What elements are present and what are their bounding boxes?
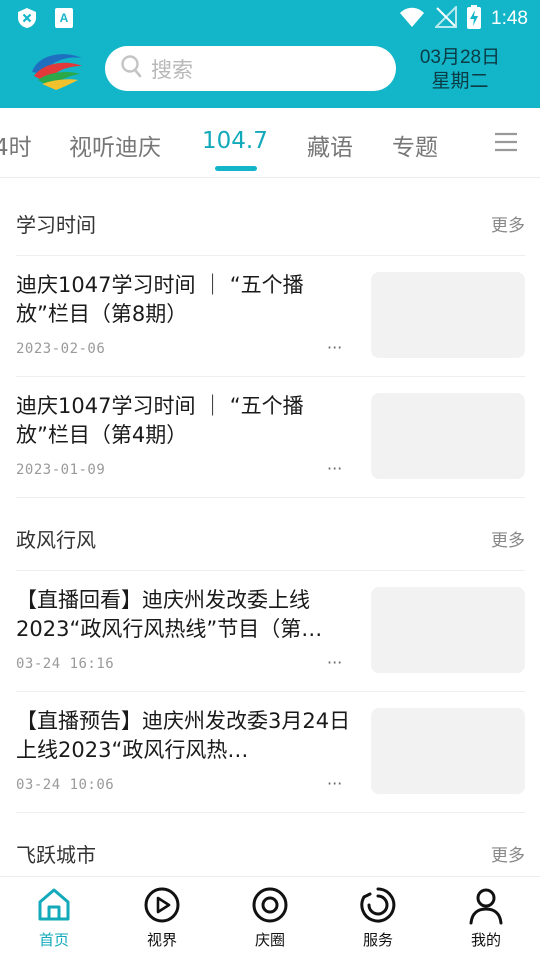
header-date: 03月28日 星期二 xyxy=(404,46,516,94)
nav-label: 首页 xyxy=(38,931,69,949)
more-link[interactable]: 更多 xyxy=(491,841,525,866)
search-placeholder: 搜索 xyxy=(151,57,193,82)
bottom-navigation: 首页 视界 庆圈 服务 我的 xyxy=(0,876,540,960)
item-date: 03-24 10:06 xyxy=(16,777,115,793)
date-weekday: 星期二 xyxy=(431,71,489,92)
app-a-icon: A xyxy=(54,7,74,33)
hamburger-menu-icon[interactable] xyxy=(494,130,518,154)
nav-label: 服务 xyxy=(362,931,393,949)
list-item[interactable]: 【直播回看】迪庆州发改委上线2023“政风行风热线”节目（第… 03-24 16… xyxy=(0,571,540,691)
nav-label: 庆圈 xyxy=(254,931,285,949)
tab-104-7[interactable]: 104.7 xyxy=(202,128,268,154)
wifi-icon xyxy=(399,6,425,32)
tab-zangyu[interactable]: 藏语 xyxy=(307,128,353,162)
section-header-feiyue: 飞跃城市 更多 xyxy=(16,831,525,875)
status-time: 1:48 xyxy=(491,8,528,29)
thumbnail-image xyxy=(371,708,525,794)
section-header-zhengfeng: 政风行风 更多 xyxy=(16,516,525,560)
more-link[interactable]: 更多 xyxy=(491,211,525,236)
nav-shijie[interactable]: 视界 xyxy=(122,885,202,950)
thumbnail-image xyxy=(371,272,525,358)
item-title: 【直播回看】迪庆州发改委上线2023“政风行风热线”节目（第… xyxy=(16,588,323,641)
section-header-xuexi: 学习时间 更多 xyxy=(16,201,525,245)
divider xyxy=(16,812,525,813)
item-date: 2023-01-09 xyxy=(16,462,106,478)
active-tab-indicator xyxy=(215,166,257,171)
item-more-button[interactable]: ··· xyxy=(327,653,342,672)
home-icon xyxy=(34,885,74,925)
section-title: 飞跃城市 xyxy=(16,842,96,867)
no-signal-icon xyxy=(433,4,458,32)
app-header: A 1:48 搜索 03月28日 星期二 xyxy=(0,0,540,108)
date-day: 03月28日 xyxy=(419,47,501,68)
service-swirl-icon xyxy=(358,885,398,925)
nav-fuwu[interactable]: 服务 xyxy=(338,885,418,950)
section-title: 政风行风 xyxy=(16,527,96,552)
list-item[interactable]: 迪庆1047学习时间 ｜ “五个播放”栏目（第4期） 2023-01-09 ··… xyxy=(0,377,540,497)
play-circle-icon xyxy=(142,885,182,925)
app-root: A 1:48 搜索 03月28日 星期二 4时 视听迪庆 104.7 藏语 专题… xyxy=(0,0,540,960)
item-more-button[interactable]: ··· xyxy=(327,338,342,357)
item-title: 迪庆1047学习时间 ｜ “五个播放”栏目（第8期） xyxy=(16,273,304,326)
item-title: 迪庆1047学习时间 ｜ “五个播放”栏目（第4期） xyxy=(16,394,304,447)
shield-x-icon xyxy=(16,7,38,33)
section-title: 学习时间 xyxy=(16,212,96,237)
nav-home[interactable]: 首页 xyxy=(14,885,94,950)
search-box[interactable]: 搜索 xyxy=(105,46,396,91)
channel-tabs: 4时 视听迪庆 104.7 藏语 专题 xyxy=(0,108,540,178)
item-more-button[interactable]: ··· xyxy=(327,459,342,478)
tab-zhuanti[interactable]: 专题 xyxy=(392,128,438,162)
person-icon xyxy=(466,885,506,925)
circle-ring-icon xyxy=(250,885,290,925)
nav-qingquan[interactable]: 庆圈 xyxy=(230,885,310,950)
tab-4shi[interactable]: 4时 xyxy=(0,128,32,162)
news-feed: 学习时间 更多 迪庆1047学习时间 ｜ “五个播放”栏目（第8期） 2023-… xyxy=(0,178,540,876)
item-more-button[interactable]: ··· xyxy=(327,774,342,793)
tab-shiting-diqing[interactable]: 视听迪庆 xyxy=(69,128,161,162)
svg-text:A: A xyxy=(60,11,69,25)
more-link[interactable]: 更多 xyxy=(491,526,525,551)
divider xyxy=(16,497,525,498)
status-bar: A 1:48 xyxy=(0,0,540,36)
thumbnail-image xyxy=(371,587,525,673)
nav-wode[interactable]: 我的 xyxy=(446,885,526,950)
battery-charging-icon xyxy=(467,5,482,33)
list-item[interactable]: 迪庆1047学习时间 ｜ “五个播放”栏目（第8期） 2023-02-06 ··… xyxy=(0,256,540,376)
nav-label: 我的 xyxy=(470,931,501,949)
dianqing-logo[interactable] xyxy=(28,46,86,92)
nav-label: 视界 xyxy=(146,931,177,949)
thumbnail-image xyxy=(371,393,525,479)
item-title: 【直播预告】迪庆州发改委3月24日上线2023“政风行风热… xyxy=(16,709,351,762)
search-icon xyxy=(121,54,143,83)
list-item[interactable]: 【直播预告】迪庆州发改委3月24日上线2023“政风行风热… 03-24 10:… xyxy=(0,692,540,812)
item-date: 2023-02-06 xyxy=(16,341,106,357)
item-date: 03-24 16:16 xyxy=(16,656,115,672)
